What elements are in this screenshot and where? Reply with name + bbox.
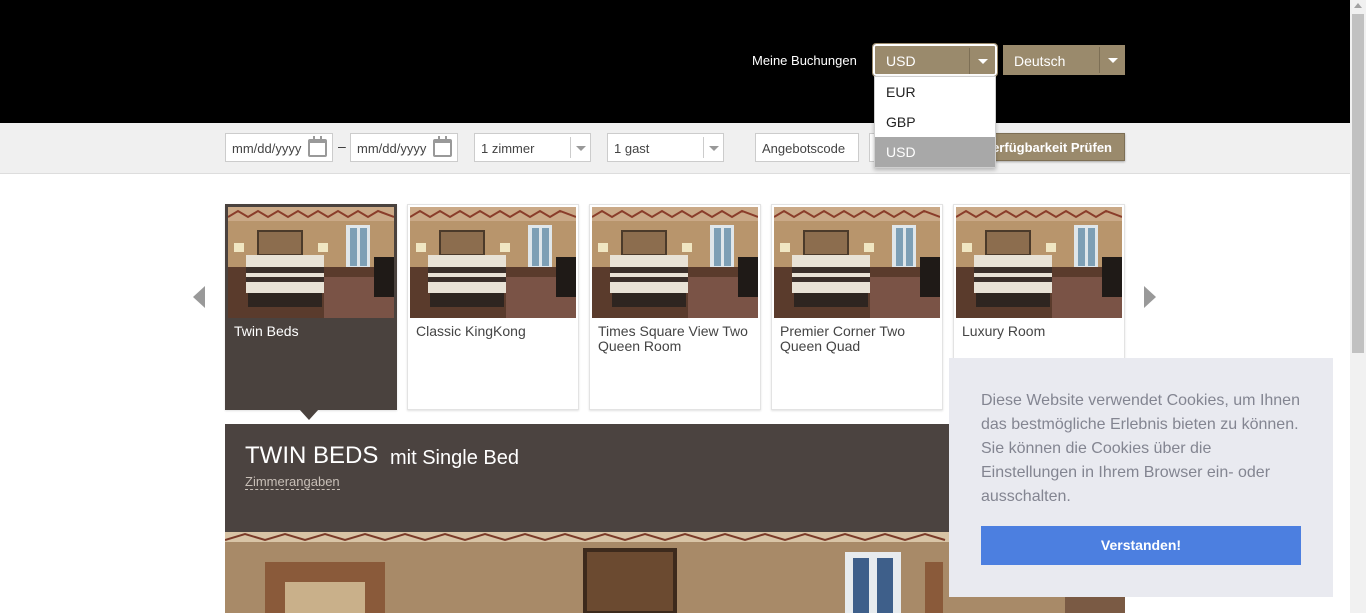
currency-option-usd[interactable]: USD — [875, 137, 995, 167]
check-availability-button[interactable]: Verfügbarkeit Prüfen — [980, 133, 1125, 161]
active-card-pointer-icon — [299, 409, 319, 420]
room-thumbnail — [228, 207, 394, 318]
currency-option-gbp[interactable]: GBP — [875, 107, 995, 137]
currency-selected-value: USD — [886, 53, 916, 69]
language-select[interactable]: Deutsch — [1003, 45, 1125, 75]
room-card-name: Premier Corner Two Queen Quad — [780, 323, 906, 354]
cookie-accept-button[interactable]: Verstanden! — [981, 526, 1301, 565]
check-availability-label: Verfügbarkeit Prüfen — [984, 140, 1112, 155]
room-card-name: Times Square View Two Queen Room — [598, 323, 748, 354]
currency-select[interactable]: USD — [872, 43, 998, 77]
date-separator: – — [338, 138, 346, 154]
guests-value: 1 gast — [614, 141, 650, 156]
chevron-down-icon — [570, 137, 590, 158]
room-details-link[interactable]: Zimmerangaben — [245, 474, 340, 490]
room-card-times-square-view[interactable]: Times Square View Two Queen Room — [589, 204, 761, 410]
room-card-twin-beds[interactable]: Twin Beds — [225, 204, 397, 410]
rooms-value: 1 zimmer — [481, 141, 535, 156]
room-card-name: Twin Beds — [234, 323, 299, 339]
calendar-icon[interactable] — [433, 136, 452, 157]
chevron-down-icon[interactable] — [969, 48, 995, 74]
language-selected-value: Deutsch — [1014, 53, 1066, 69]
room-thumbnail — [410, 207, 576, 318]
carousel-next-arrow-icon[interactable] — [1144, 286, 1156, 308]
checkin-placeholder: mm/dd/yyyy — [232, 141, 302, 156]
my-bookings-link[interactable]: Meine Buchungen — [752, 53, 857, 68]
header-bar: Meine Buchungen USD Deutsch — [0, 0, 1350, 123]
room-card-name: Luxury Room — [962, 323, 1046, 339]
checkin-date-field[interactable]: mm/dd/yyyy — [225, 133, 333, 162]
promo-code-input[interactable]: Angebotscode — [755, 133, 859, 162]
calendar-icon[interactable] — [308, 136, 327, 157]
room-card-classic-kingkong[interactable]: Classic KingKong — [407, 204, 579, 410]
chevron-down-icon — [703, 137, 723, 158]
checkout-placeholder: mm/dd/yyyy — [357, 141, 427, 156]
room-thumbnail — [592, 207, 758, 318]
guests-select[interactable]: 1 gast — [607, 133, 724, 162]
room-thumbnail — [956, 207, 1122, 318]
room-card-name: Classic KingKong — [416, 323, 526, 339]
chevron-down-icon[interactable] — [1099, 47, 1125, 73]
scrollbar-thumb[interactable] — [1352, 14, 1364, 353]
rooms-select[interactable]: 1 zimmer — [474, 133, 591, 162]
checkout-date-field[interactable]: mm/dd/yyyy — [350, 133, 458, 162]
cookie-consent-banner: Diese Website verwendet Cookies, um Ihne… — [949, 358, 1333, 597]
currency-dropdown-menu: EUR GBP USD — [874, 76, 996, 168]
scroll-up-arrow-icon[interactable] — [1354, 3, 1362, 8]
room-thumbnail — [774, 207, 940, 318]
room-subtitle: mit Single Bed — [390, 447, 519, 469]
carousel-prev-arrow-icon[interactable] — [193, 286, 205, 308]
currency-option-eur[interactable]: EUR — [875, 77, 995, 107]
promo-placeholder: Angebotscode — [762, 141, 846, 156]
room-card-premier-corner[interactable]: Premier Corner Two Queen Quad — [771, 204, 943, 410]
availability-search-bar: mm/dd/yyyy mm/dd/yyyy 1 zimmer 1 gast An… — [0, 123, 1350, 174]
room-title: TWIN BEDS — [245, 442, 379, 469]
cookie-message: Diese Website verwendet Cookies, um Ihne… — [981, 392, 1300, 505]
